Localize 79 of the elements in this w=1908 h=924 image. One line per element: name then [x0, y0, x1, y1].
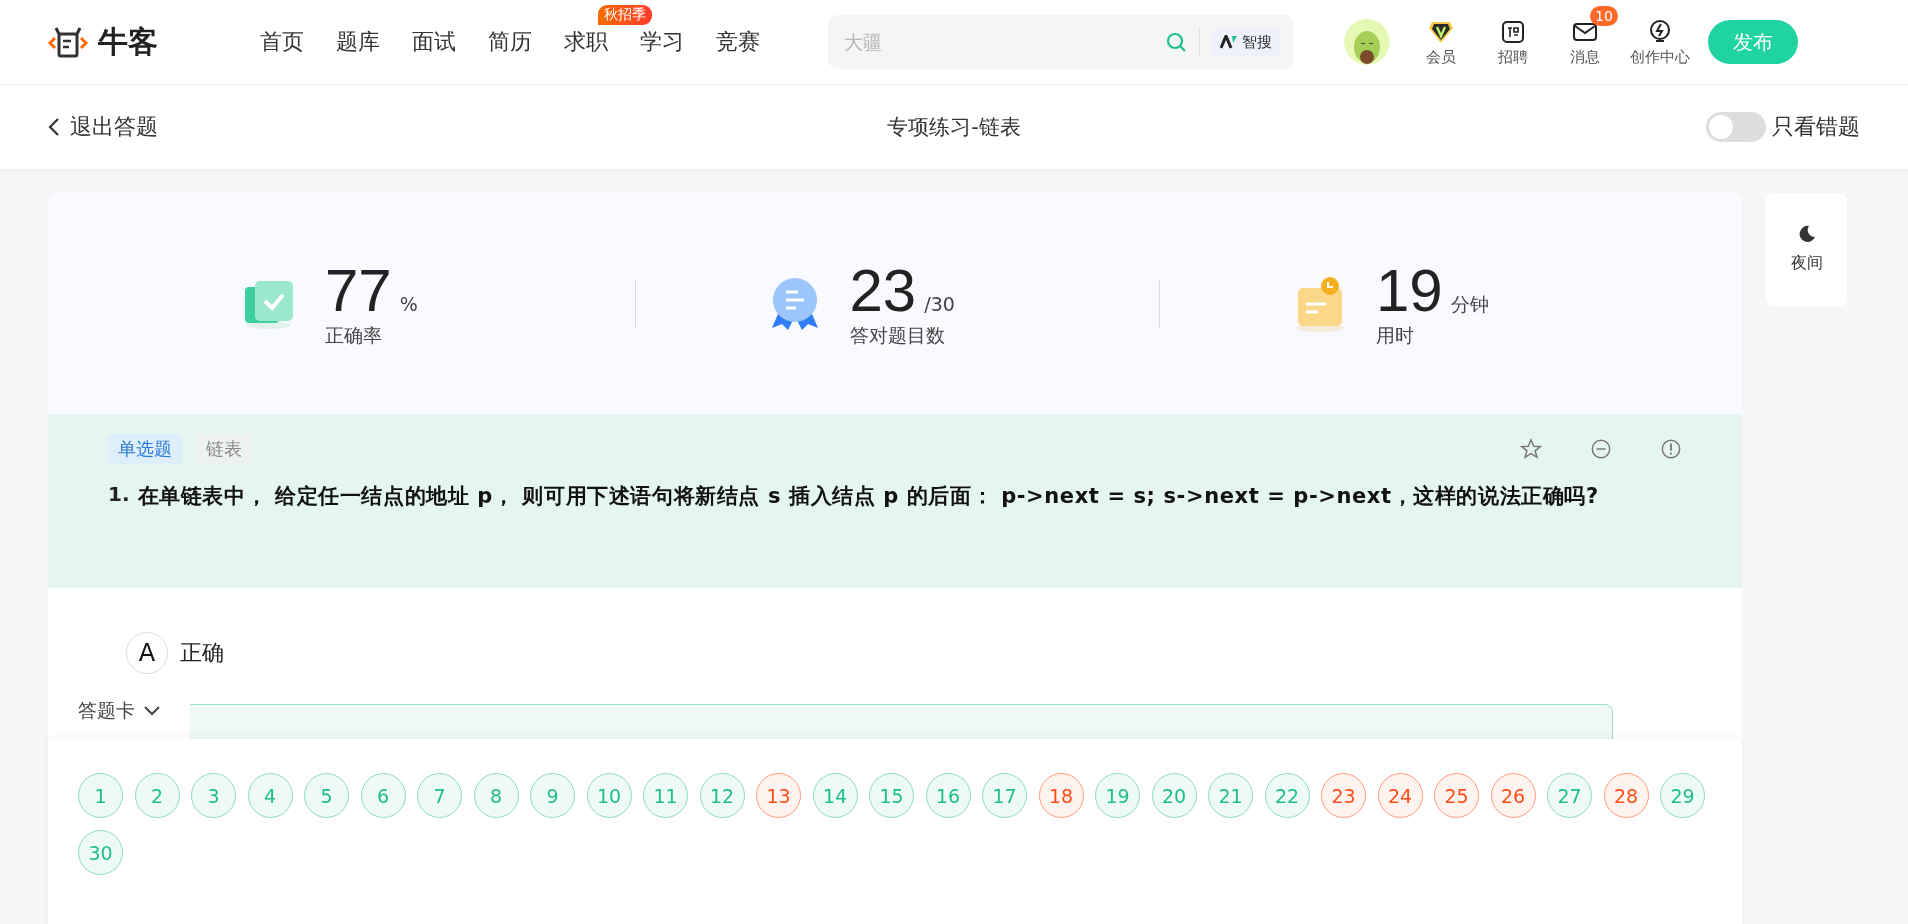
question-number-button[interactable]: 17: [982, 773, 1027, 818]
question-number-button[interactable]: 19: [1095, 773, 1140, 818]
question-number-button[interactable]: 12: [699, 773, 745, 818]
question-number-button[interactable]: 7: [417, 773, 462, 818]
question-number-button[interactable]: 8: [473, 773, 519, 818]
star-icon[interactable]: [1520, 438, 1542, 460]
header-action[interactable]: 招聘: [1486, 17, 1540, 67]
night-mode-button[interactable]: 夜间: [1766, 193, 1847, 306]
stat-unit: 分钟: [1450, 291, 1489, 317]
question-number-button[interactable]: 5: [304, 773, 349, 818]
question-number-button[interactable]: 18: [1038, 773, 1084, 818]
question-number-button[interactable]: 25: [1434, 773, 1479, 818]
question-number-button[interactable]: 16: [925, 773, 971, 818]
nav-link[interactable]: 题库: [324, 27, 392, 57]
message-count-badge: 10: [1590, 5, 1618, 26]
topic-tag: 链表: [196, 434, 252, 464]
question-number-button[interactable]: 21: [1208, 773, 1253, 818]
question-number: 1.: [108, 481, 130, 508]
question-number-button[interactable]: 9: [530, 773, 575, 818]
ai-logo-icon: [1220, 35, 1238, 49]
question-number-button[interactable]: 29: [1660, 773, 1705, 818]
header-action[interactable]: 会员: [1414, 17, 1468, 67]
stat-label: 正确率: [325, 322, 383, 348]
practice-title: 专项练习-链表: [887, 114, 1021, 141]
question-number-button[interactable]: 10: [586, 773, 632, 818]
publish-button[interactable]: 发布: [1708, 20, 1798, 64]
nav-link[interactable]: 面试: [400, 27, 468, 57]
question-number-button[interactable]: 20: [1151, 773, 1197, 818]
minus-circle-icon[interactable]: [1590, 438, 1612, 460]
nav-link[interactable]: 求职: [552, 27, 620, 57]
stat-value: 19: [1376, 258, 1443, 323]
logo-text[interactable]: 牛客: [98, 21, 158, 63]
moon-icon: [1797, 225, 1816, 243]
avatar[interactable]: [1344, 19, 1390, 65]
question-text: 在单链表中， 给定任一结点的地址 p， 则可用下述语句将新结点 s 插入结点 p 的后面： p->next = s; s->next = p->next，这样的说法正确吗?: [137, 483, 1600, 510]
question-number-button[interactable]: 2: [134, 773, 180, 818]
toggle-label: 只看错题: [1772, 113, 1860, 141]
nav-link[interactable]: 学习: [628, 27, 696, 57]
question-number-button[interactable]: 15: [869, 773, 914, 818]
nav-link[interactable]: 简历: [476, 27, 544, 57]
nav-link[interactable]: 首页: [248, 27, 316, 57]
stat-value: 23: [849, 258, 917, 323]
search-icon[interactable]: [1165, 31, 1187, 53]
question-number-button[interactable]: 23: [1321, 773, 1366, 818]
question-number-button[interactable]: 3: [191, 773, 236, 818]
question-number-button[interactable]: 14: [812, 773, 858, 818]
question-number-button[interactable]: 30: [78, 830, 123, 875]
question-number-button[interactable]: 11: [643, 773, 688, 818]
logo-icon[interactable]: [48, 25, 88, 59]
vip-icon: [1428, 19, 1454, 44]
mail-icon: [1572, 20, 1598, 43]
stat-label: 用时: [1376, 322, 1415, 348]
question-number-button[interactable]: 24: [1377, 773, 1423, 818]
exit-button[interactable]: 退出答题: [48, 112, 348, 142]
stat-label: 答对题目数: [849, 322, 946, 348]
header-action[interactable]: 创作中心: [1630, 17, 1690, 67]
nav-link[interactable]: 竞赛: [704, 27, 772, 57]
lightbulb-icon: [1648, 18, 1672, 45]
question-number-button[interactable]: 27: [1547, 773, 1592, 818]
question-number-button[interactable]: 4: [247, 773, 293, 818]
stat-unit: %: [399, 292, 418, 315]
stat-unit: /30: [924, 292, 955, 315]
question-number-button[interactable]: 26: [1490, 773, 1536, 818]
chevron-down-icon: [142, 705, 161, 717]
stat-value: 77: [325, 258, 392, 323]
question-type-tag: 单选题: [108, 434, 182, 464]
nav-badge: 秋招季: [598, 5, 652, 25]
answer-option[interactable]: A 正确: [126, 632, 1742, 674]
ai-search-button[interactable]: 智搜: [1212, 28, 1280, 56]
report-icon[interactable]: [1660, 438, 1682, 460]
recruit-icon: [1501, 19, 1525, 44]
search-field[interactable]: 大疆 智搜: [828, 15, 1294, 69]
back-icon: [48, 117, 60, 137]
toggle-switch[interactable]: [1706, 112, 1766, 142]
question-number-button[interactable]: 13: [756, 773, 801, 818]
question-number-button[interactable]: 1: [78, 773, 123, 818]
question-number-button[interactable]: 28: [1603, 773, 1649, 818]
question-number-button[interactable]: 6: [360, 773, 406, 818]
question-number-button[interactable]: 22: [1264, 773, 1310, 818]
